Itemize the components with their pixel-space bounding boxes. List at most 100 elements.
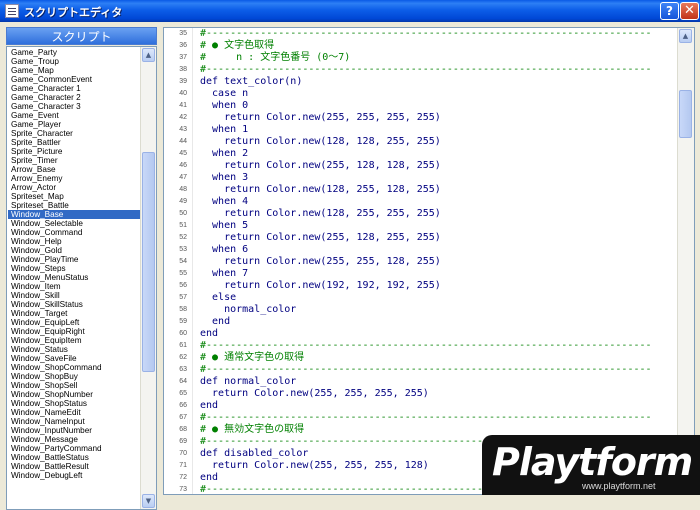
code-line[interactable]: 65 return Color.new(255, 255, 255, 255): [164, 388, 676, 400]
code-line[interactable]: 36 # ● 文字色取得: [164, 40, 676, 52]
line-number: 54: [179, 258, 187, 265]
code-line[interactable]: 53 when 6: [164, 244, 676, 256]
code-line[interactable]: 59 end: [164, 316, 676, 328]
script-list-item[interactable]: Window_PlayTime: [8, 255, 141, 264]
code-line[interactable]: 37 # n : 文字色番号 (0～7): [164, 52, 676, 64]
editor-scroll-thumb[interactable]: [679, 90, 692, 138]
code-line[interactable]: 50 return Color.new(128, 255, 255, 255): [164, 208, 676, 220]
script-list-item[interactable]: Window_BattleStatus: [8, 453, 141, 462]
script-list-item[interactable]: Game_Character 3: [8, 102, 141, 111]
code-editor[interactable]: 35 #-------------------------------------…: [163, 27, 695, 495]
code-line[interactable]: 49 when 4: [164, 196, 676, 208]
script-list-item[interactable]: Sprite_Character: [8, 129, 141, 138]
code-text: return Color.new(128, 255, 128, 255): [200, 184, 441, 195]
script-list-item[interactable]: Window_DebugLeft: [8, 471, 141, 480]
script-list-item[interactable]: Window_Selectable: [8, 219, 141, 228]
script-list-item[interactable]: Window_Item: [8, 282, 141, 291]
script-list-item[interactable]: Sprite_Picture: [8, 147, 141, 156]
code-line[interactable]: 66 end: [164, 400, 676, 412]
code-line[interactable]: 58 normal_color: [164, 304, 676, 316]
code-line[interactable]: 55 when 7: [164, 268, 676, 280]
script-list-item[interactable]: Game_Player: [8, 120, 141, 129]
close-button[interactable]: ✕: [680, 2, 699, 20]
script-list-item[interactable]: Window_ShopStatus: [8, 399, 141, 408]
script-list-scrollbar[interactable]: ▲ ▼: [140, 47, 156, 509]
code-line[interactable]: 41 when 0: [164, 100, 676, 112]
code-line[interactable]: 67 #-------------------------------------…: [164, 412, 676, 424]
script-list-scroll-thumb[interactable]: [142, 152, 155, 372]
script-list-item[interactable]: Window_Target: [8, 309, 141, 318]
code-comment: #---------------------------------------…: [200, 28, 652, 39]
line-number: 40: [179, 90, 187, 97]
script-list-item[interactable]: Window_MenuStatus: [8, 273, 141, 282]
script-list-item[interactable]: Window_ShopBuy: [8, 372, 141, 381]
script-list-item[interactable]: Game_Party: [8, 48, 141, 57]
editor-scrollbar[interactable]: ▲: [677, 28, 694, 494]
script-list-item[interactable]: Window_Base: [8, 210, 141, 219]
script-list-item[interactable]: Game_Map: [8, 66, 141, 75]
code-line[interactable]: 46 return Color.new(255, 128, 128, 255): [164, 160, 676, 172]
script-list-item[interactable]: Window_Help: [8, 237, 141, 246]
script-list-item[interactable]: Arrow_Enemy: [8, 174, 141, 183]
code-line[interactable]: 64 def normal_color: [164, 376, 676, 388]
script-list-item[interactable]: Spriteset_Battle: [8, 201, 141, 210]
code-line[interactable]: 54 return Color.new(255, 255, 128, 255): [164, 256, 676, 268]
code-line[interactable]: 38 #-------------------------------------…: [164, 64, 676, 76]
code-line[interactable]: 51 when 5: [164, 220, 676, 232]
script-list-item[interactable]: Sprite_Timer: [8, 156, 141, 165]
script-list-item[interactable]: Window_Skill: [8, 291, 141, 300]
code-line[interactable]: 57 else: [164, 292, 676, 304]
script-list-item[interactable]: Window_Status: [8, 345, 141, 354]
watermark-brand: Playtform: [492, 440, 693, 484]
script-list-item[interactable]: Window_NameEdit: [8, 408, 141, 417]
script-list-item[interactable]: Window_NameInput: [8, 417, 141, 426]
script-list-item[interactable]: Window_InputNumber: [8, 426, 141, 435]
script-list-item[interactable]: Arrow_Base: [8, 165, 141, 174]
script-list-item[interactable]: Game_Character 2: [8, 93, 141, 102]
code-line[interactable]: 63 #-------------------------------------…: [164, 364, 676, 376]
help-button[interactable]: ?: [660, 2, 679, 20]
script-list-item[interactable]: Arrow_Actor: [8, 183, 141, 192]
script-list-item[interactable]: Window_ShopSell: [8, 381, 141, 390]
code-line[interactable]: 43 when 1: [164, 124, 676, 136]
line-number: 43: [179, 126, 187, 133]
scroll-down-arrow-icon[interactable]: ▼: [142, 494, 155, 508]
code-line[interactable]: 47 when 3: [164, 172, 676, 184]
script-list-item[interactable]: Window_EquipLeft: [8, 318, 141, 327]
code-line[interactable]: 56 return Color.new(192, 192, 192, 255): [164, 280, 676, 292]
script-list-item[interactable]: Game_Character 1: [8, 84, 141, 93]
script-list-item[interactable]: Game_Event: [8, 111, 141, 120]
script-list-item[interactable]: Window_Gold: [8, 246, 141, 255]
script-list-item[interactable]: Window_SaveFile: [8, 354, 141, 363]
code-line[interactable]: 62 # ● 通常文字色の取得: [164, 352, 676, 364]
script-list-item[interactable]: Window_PartyCommand: [8, 444, 141, 453]
code-text: return Color.new(255, 255, 128, 255): [200, 256, 441, 267]
script-list-item[interactable]: Window_ShopNumber: [8, 390, 141, 399]
script-list-item[interactable]: Spriteset_Map: [8, 192, 141, 201]
script-list-item[interactable]: Window_Message: [8, 435, 141, 444]
code-line[interactable]: 35 #-------------------------------------…: [164, 28, 676, 40]
script-list-item[interactable]: Window_ShopCommand: [8, 363, 141, 372]
scroll-up-arrow-icon[interactable]: ▲: [142, 48, 155, 62]
window-title: スクリプトエディタ: [24, 6, 123, 19]
code-line[interactable]: 60 end: [164, 328, 676, 340]
script-list-item[interactable]: Game_Troup: [8, 57, 141, 66]
script-list-item[interactable]: Window_EquipRight: [8, 327, 141, 336]
code-line[interactable]: 52 return Color.new(255, 128, 255, 255): [164, 232, 676, 244]
code-line[interactable]: 61 #-------------------------------------…: [164, 340, 676, 352]
script-list[interactable]: Game_Party Game_Troup Game_Map Game_CommonE…: [6, 46, 157, 510]
script-list-item[interactable]: Sprite_Battler: [8, 138, 141, 147]
script-list-item[interactable]: Window_Steps: [8, 264, 141, 273]
code-line[interactable]: 39 def text_color(n): [164, 76, 676, 88]
code-line[interactable]: 40 case n: [164, 88, 676, 100]
code-line[interactable]: 42 return Color.new(255, 255, 255, 255): [164, 112, 676, 124]
script-list-item[interactable]: Window_SkillStatus: [8, 300, 141, 309]
code-line[interactable]: 45 when 2: [164, 148, 676, 160]
code-line[interactable]: 44 return Color.new(128, 128, 255, 255): [164, 136, 676, 148]
script-list-item[interactable]: Game_CommonEvent: [8, 75, 141, 84]
script-list-item[interactable]: Window_EquipItem: [8, 336, 141, 345]
script-list-item[interactable]: Window_Command: [8, 228, 141, 237]
script-list-item[interactable]: Window_BattleResult: [8, 462, 141, 471]
code-line[interactable]: 48 return Color.new(128, 255, 128, 255): [164, 184, 676, 196]
scroll-up-arrow-icon[interactable]: ▲: [679, 29, 692, 43]
